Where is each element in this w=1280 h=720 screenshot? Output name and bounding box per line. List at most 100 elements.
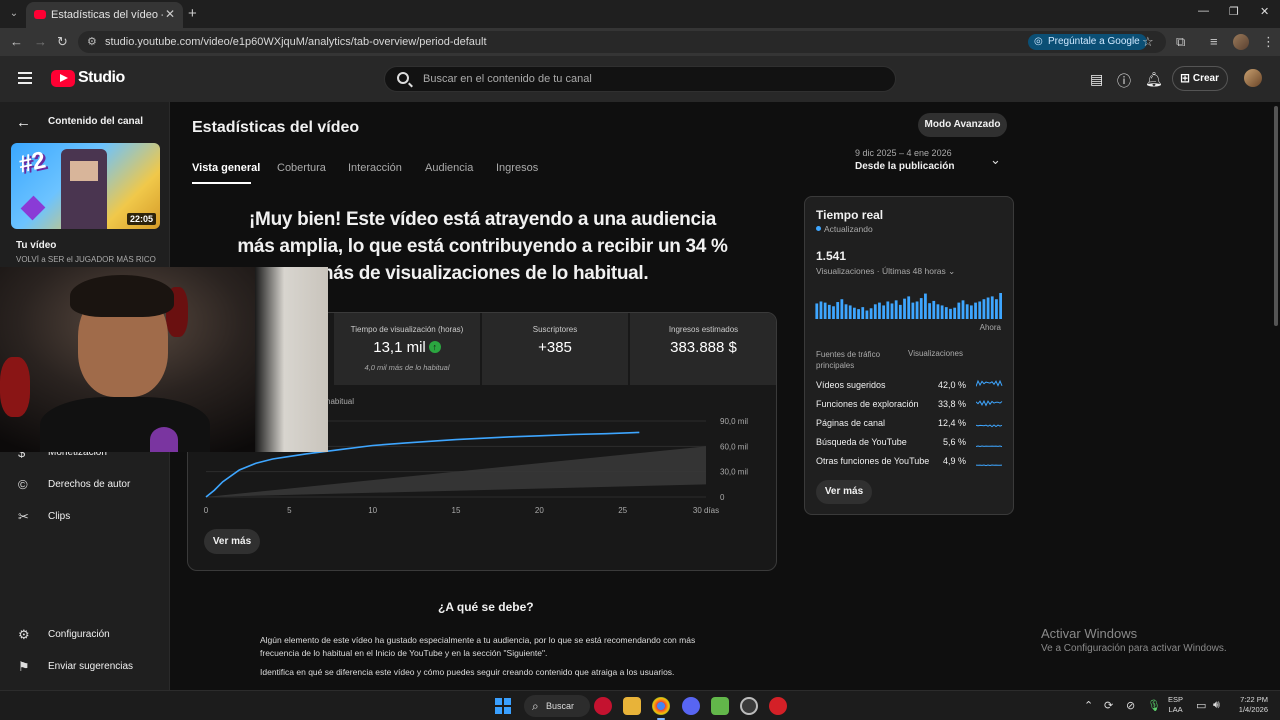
activate-windows-subtitle: Ve a Configuración para activar Windows. — [1041, 643, 1227, 654]
create-button[interactable]: ⊞ Crear — [1172, 66, 1228, 91]
traffic-source-row[interactable]: Funciones de exploración 33,8 % — [816, 396, 1006, 414]
sidebar-item-copyright[interactable]: © Derechos de autor — [0, 472, 170, 498]
traffic-source-row[interactable]: Búsqueda de YouTube 5,6 % — [816, 434, 1006, 452]
site-info-icon[interactable]: ⚙ — [87, 35, 97, 48]
opera-icon[interactable] — [594, 697, 612, 715]
realtime-status: Actualizando — [816, 224, 873, 234]
ask-google-label: Pregúntale a Google — [1048, 36, 1140, 47]
network-icon[interactable]: ▭ — [1196, 699, 1206, 712]
realtime-see-more-button[interactable]: Ver más — [816, 480, 872, 504]
chevron-down-icon: ⌄ — [948, 266, 956, 276]
tray-chevron-up-icon[interactable]: ⌃ — [1084, 699, 1093, 712]
realtime-bar — [857, 309, 860, 319]
close-window-icon[interactable]: ✕ — [1260, 5, 1269, 18]
search-input[interactable]: Buscar en el contenido de tu canal — [384, 66, 896, 92]
tab-engagement[interactable]: Interacción — [348, 162, 402, 174]
back-arrow-icon[interactable]: ← — [16, 114, 31, 131]
windows-start-icon[interactable] — [495, 698, 511, 714]
metric-revenue[interactable]: Ingresos estimados 383.888 $ — [630, 313, 776, 385]
chevron-down-icon[interactable]: ⌄ — [990, 152, 1001, 168]
realtime-bar — [848, 305, 852, 319]
realtime-bar — [865, 310, 869, 319]
realtime-bar — [836, 302, 840, 319]
tab-audience[interactable]: Audiencia — [425, 162, 473, 174]
traffic-source-row[interactable]: Otras funciones de YouTube 4,9 % — [816, 453, 1006, 471]
sync-icon[interactable]: ⟳ — [1104, 699, 1113, 712]
minecraft-icon[interactable] — [711, 697, 729, 715]
keyboard-layout: LAA — [1168, 705, 1183, 714]
webcam-person-body — [40, 397, 210, 452]
sidebar-item-settings[interactable]: ⚙ Configuración — [0, 622, 170, 648]
realtime-card: Tiempo real Actualizando 1.541 Visualiza… — [804, 196, 1014, 515]
advanced-mode-button[interactable]: Modo Avanzado — [918, 113, 1007, 137]
traffic-source-name: Búsqueda de YouTube — [816, 437, 907, 447]
system-clock[interactable]: 7:22 PM 1/4/2026 — [1230, 695, 1268, 715]
volume-icon[interactable]: 🔊︎ — [1213, 699, 1220, 712]
traffic-source-row[interactable]: Vídeos sugeridos 42,0 % — [816, 377, 1006, 395]
why-paragraph-1: Algún elemento de este vídeo ha gustado … — [260, 635, 696, 658]
taskbar-search[interactable]: Buscar — [524, 695, 590, 717]
tab-search-icon[interactable]: ⌄ — [6, 6, 22, 22]
maximize-icon[interactable]: ❐ — [1229, 5, 1239, 18]
page-scrollbar[interactable] — [1272, 102, 1280, 690]
traffic-source-name: Funciones de exploración — [816, 399, 919, 409]
scroll-thumb[interactable] — [1274, 106, 1278, 326]
menu-icon[interactable] — [18, 72, 32, 84]
file-explorer-icon[interactable] — [623, 697, 641, 715]
browser-tab[interactable]: Estadísticas del vídeo - YouTube ✕ — [26, 2, 183, 28]
traffic-source-percent: 42,0 % — [937, 380, 966, 390]
sidebar-item-feedback[interactable]: ⚑ Enviar sugerencias — [0, 654, 170, 680]
traffic-source-name: Otras funciones de YouTube — [816, 456, 930, 466]
no-notifications-icon[interactable]: ⊘ — [1126, 699, 1135, 712]
arrow-up-icon: ↑ — [428, 341, 441, 353]
obs-icon[interactable] — [740, 697, 758, 715]
period-selector[interactable]: Desde la publicación — [855, 161, 954, 172]
activate-windows-title: Activar Windows — [1041, 626, 1138, 641]
clock-time: 7:22 PM — [1240, 695, 1268, 704]
traffic-source-sparkline — [976, 399, 1003, 407]
realtime-bar — [978, 301, 982, 319]
discord-icon[interactable] — [682, 697, 700, 715]
media-icon[interactable]: ≡ — [1210, 34, 1218, 49]
extensions-icon[interactable]: ⧉ — [1176, 34, 1185, 50]
input-language[interactable]: ESP LAA — [1168, 695, 1183, 715]
chrome-menu-icon[interactable]: ⋮ — [1262, 34, 1275, 50]
back-icon[interactable]: ← — [10, 34, 23, 49]
help-icon[interactable]: ⓘ — [1117, 71, 1131, 91]
comments-icon[interactable]: ▤ — [1090, 71, 1103, 88]
notifications-bell-icon[interactable]: 🔔︎ — [1145, 71, 1163, 88]
youtube-logo-icon[interactable] — [51, 70, 75, 87]
realtime-bar — [827, 304, 831, 319]
tab-close-icon[interactable]: ✕ — [165, 7, 175, 21]
url-field[interactable]: ⚙ studio.youtube.com/video/e1p60WXjquM/a… — [78, 31, 1166, 53]
ask-google-button[interactable]: ◎ Pregúntale a Google — [1028, 34, 1147, 50]
metric-watch-time[interactable]: Tiempo de visualización (horas) 13,1 mil… — [334, 313, 481, 385]
tab-overview[interactable]: Vista general — [192, 162, 260, 174]
chrome-icon[interactable] — [652, 697, 670, 715]
tab-revenue[interactable]: Ingresos — [496, 162, 538, 174]
channel-avatar[interactable] — [1244, 69, 1262, 87]
traffic-source-row[interactable]: Páginas de canal 12,4 % — [816, 415, 1006, 433]
views-header: Visualizaciones — [908, 349, 963, 358]
tab-reach[interactable]: Cobertura — [277, 162, 326, 174]
traffic-source-sparkline — [976, 464, 1003, 467]
sidebar-item-clips[interactable]: ✂ Clips — [0, 504, 170, 530]
realtime-bar — [894, 300, 898, 319]
video-thumbnail[interactable]: #2 22:05 — [11, 143, 160, 229]
forward-icon[interactable]: → — [34, 34, 47, 49]
realtime-subtitle[interactable]: Visualizaciones · Últimas 48 horas ⌄ — [816, 266, 955, 277]
period-range[interactable]: 9 dic 2025 – 4 ene 2026 — [855, 148, 952, 158]
minimize-icon[interactable]: — — [1198, 5, 1209, 17]
reload-icon[interactable]: ↻ — [57, 34, 68, 50]
recording-app-icon[interactable] — [769, 697, 787, 715]
metric-value: 383.888 $ — [670, 339, 737, 356]
profile-avatar[interactable] — [1233, 34, 1249, 50]
channel-content-link[interactable]: Contenido del canal — [48, 116, 143, 127]
realtime-bar — [886, 301, 890, 319]
studio-logo-text[interactable]: Studio — [78, 69, 125, 87]
new-tab-icon[interactable]: + — [188, 5, 197, 22]
bookmark-star-icon[interactable]: ☆ — [1142, 34, 1154, 50]
see-more-button[interactable]: Ver más — [204, 529, 260, 554]
metric-subscribers[interactable]: Suscriptores +385 — [482, 313, 629, 385]
microphone-icon[interactable]: 🎙︎ — [1147, 699, 1161, 712]
